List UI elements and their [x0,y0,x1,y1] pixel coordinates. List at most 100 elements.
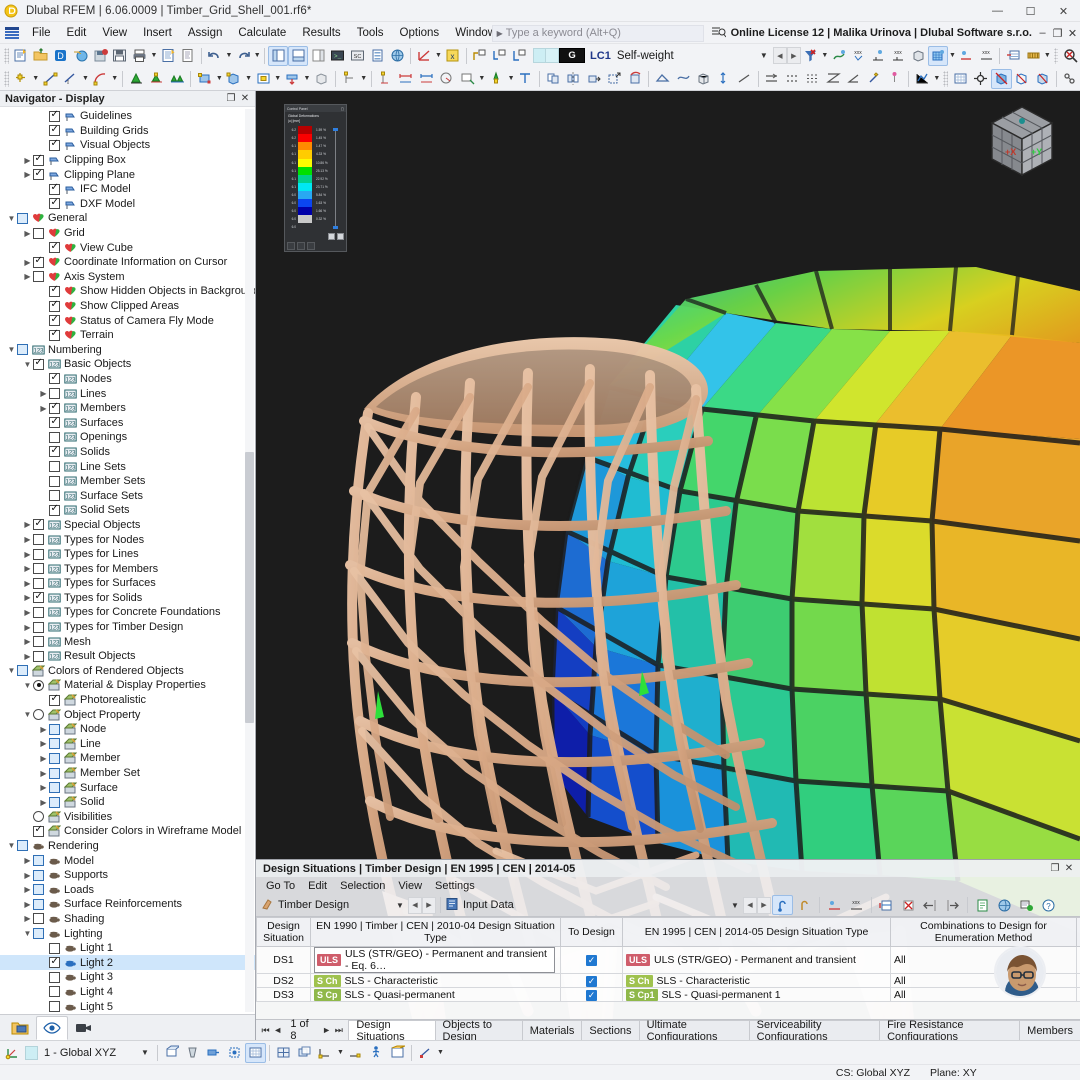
scale-settings-button[interactable] [337,233,344,240]
checkbox[interactable] [49,768,60,779]
navigator-item-line-sets[interactable]: 123Line Sets [0,459,255,474]
to-design-checkbox[interactable]: ✓ [586,976,597,987]
checkbox[interactable] [49,184,60,195]
save-button[interactable] [110,46,130,66]
navigator-item-types-for-solids[interactable]: ▶123Types for Solids [0,591,255,606]
print-table-button[interactable] [1016,895,1037,915]
navigator-item-types-for-concrete-foundations[interactable]: ▶123Types for Concrete Foundations [0,605,255,620]
undo-button[interactable] [205,46,225,66]
show-table-button[interactable] [288,46,308,66]
table-tab-sections[interactable]: Sections [581,1020,639,1040]
views-navigator-tab[interactable] [68,1016,100,1040]
chevron-right-icon[interactable]: ▶ [38,739,49,748]
rotate-button[interactable] [625,69,645,89]
cell-en1995-type[interactable]: S Cp1 SLS - Quasi-permanent 1 [623,988,891,1002]
export-table-button[interactable] [972,895,993,915]
navigator-item-axis-system[interactable]: ▶Axis System [0,270,255,285]
result-combination-dropdown-icon[interactable]: ▼ [1043,46,1051,66]
design-menu-view[interactable]: View [392,878,428,894]
table-tab-fire-resistance-configurations[interactable]: Fire Resistance Configurations [879,1020,1020,1040]
cell-en1990-type[interactable]: S Ch SLS - Characteristic [311,974,561,988]
chevron-right-icon[interactable]: ▶ [22,593,33,602]
coordinate-system-button[interactable]: x [443,46,463,66]
toolbar-grip[interactable] [943,71,948,87]
copy-transform-button[interactable] [543,69,563,89]
chevron-right-icon[interactable]: ▶ [22,856,33,865]
cs-dropdown-icon[interactable]: ▼ [136,1048,154,1057]
chevron-right-icon[interactable]: ▶ [22,900,33,909]
view-cube[interactable]: +X +Y [978,99,1066,187]
checkbox[interactable] [49,505,60,516]
menu-view[interactable]: View [94,24,135,42]
chevron-right-icon[interactable]: ▶ [22,885,33,894]
show-navigator-button[interactable] [268,46,288,66]
navigator-item-surface-reinforcements[interactable]: ▶Surface Reinforcements [0,897,255,912]
surface-results-button[interactable] [928,46,948,66]
undo-dropdown-icon[interactable]: ▼ [225,46,233,66]
navigator-item-solid-sets[interactable]: 123Solid Sets [0,503,255,518]
coordinate-system-combo[interactable]: 1 - Global XYZ ▼ [25,1044,154,1062]
chevron-right-icon[interactable]: ▶ [38,769,49,778]
chevron-right-icon[interactable]: ▶ [22,550,33,559]
checkbox[interactable] [49,315,60,326]
diagram-button[interactable] [912,69,932,89]
new-arc-button[interactable] [90,69,110,89]
radial-dimension-button[interactable] [436,69,456,89]
model-viewport-3d[interactable]: Control Panel ▢ Global Deformations |u| … [256,91,1080,1040]
generate-surface-button[interactable] [652,69,672,89]
cell-design-situation[interactable]: DS1 [257,947,311,974]
checkbox[interactable] [49,301,60,312]
angle-tool-button[interactable] [844,69,864,89]
control-panel[interactable]: Control Panel ▢ Global Deformations |u| … [284,104,347,252]
menu-assign[interactable]: Assign [180,24,231,42]
result-combination-button[interactable] [1023,46,1043,66]
print-button[interactable] [130,46,150,66]
cell-options[interactable] [1077,947,1080,974]
navigator-item-clipping-plane[interactable]: ▶Clipping Plane [0,167,255,182]
solid-model-button[interactable] [693,69,713,89]
navigator-item-visual-objects[interactable]: Visual Objects [0,138,255,153]
mesh-display-button[interactable] [950,69,970,89]
navigator-item-show-clipped-areas[interactable]: Show Clipped Areas [0,299,255,314]
menu-results[interactable]: Results [294,24,348,42]
col-en1995-type[interactable]: EN 1995 | CEN | 2014-05 Design Situation… [623,918,891,947]
navigator-item-node[interactable]: ▶Node [0,722,255,737]
menu-file[interactable]: File [24,24,59,42]
cell-en1995-type[interactable]: ULS ULS (STR/GEO) - Permanent and transi… [623,947,891,974]
cell-design-situation[interactable]: DS3 [257,988,311,1002]
navigator-item-loads[interactable]: ▶Loads [0,882,255,897]
cloud-storage-button[interactable]: D [50,46,70,66]
checkbox[interactable] [49,198,60,209]
snap-perpendicular-button[interactable] [515,69,535,89]
chevron-down-icon[interactable]: ▼ [22,710,33,719]
line-tool-button[interactable] [734,69,754,89]
show-values-button[interactable]: xxx [846,895,867,915]
cell-to-design[interactable]: ✓ [561,974,623,988]
radio-button[interactable] [33,811,44,822]
link-objects-button[interactable] [1060,69,1080,89]
navigator-item-terrain[interactable]: Terrain [0,328,255,343]
chevron-right-icon[interactable]: ▶ [22,871,33,880]
new-nodal-support-button[interactable] [147,69,167,89]
navigator-item-solids[interactable]: 123Solids [0,445,255,460]
new-support-button[interactable] [126,69,146,89]
new-line-type-dropdown-icon[interactable]: ▼ [81,69,90,89]
snap-direction-button[interactable] [203,1043,224,1063]
chevron-right-icon[interactable]: ▶ [22,520,33,529]
navigator-item-light-2[interactable]: Light 2 [0,955,255,970]
globe-button[interactable] [994,895,1015,915]
cell-combinations[interactable]: All [891,974,1077,988]
checkbox[interactable] [49,125,60,136]
filter-dropdown-icon[interactable]: ▼ [821,46,829,66]
panel-tab-colors[interactable] [287,242,295,250]
navigator-item-view-cube[interactable]: View Cube [0,240,255,255]
checkbox[interactable] [49,140,60,151]
ortho-mode-button[interactable] [315,1043,336,1063]
navigator-close-button[interactable]: ✕ [238,93,252,104]
design-module-prev-button[interactable]: ◀ [408,897,422,914]
navigator-item-surfaces[interactable]: 123Surfaces [0,415,255,430]
navigator-item-photorealistic[interactable]: Photorealistic [0,693,255,708]
navigator-item-light-3[interactable]: Light 3 [0,970,255,985]
toolbar-grip[interactable] [4,48,9,64]
checkbox[interactable] [49,446,60,457]
